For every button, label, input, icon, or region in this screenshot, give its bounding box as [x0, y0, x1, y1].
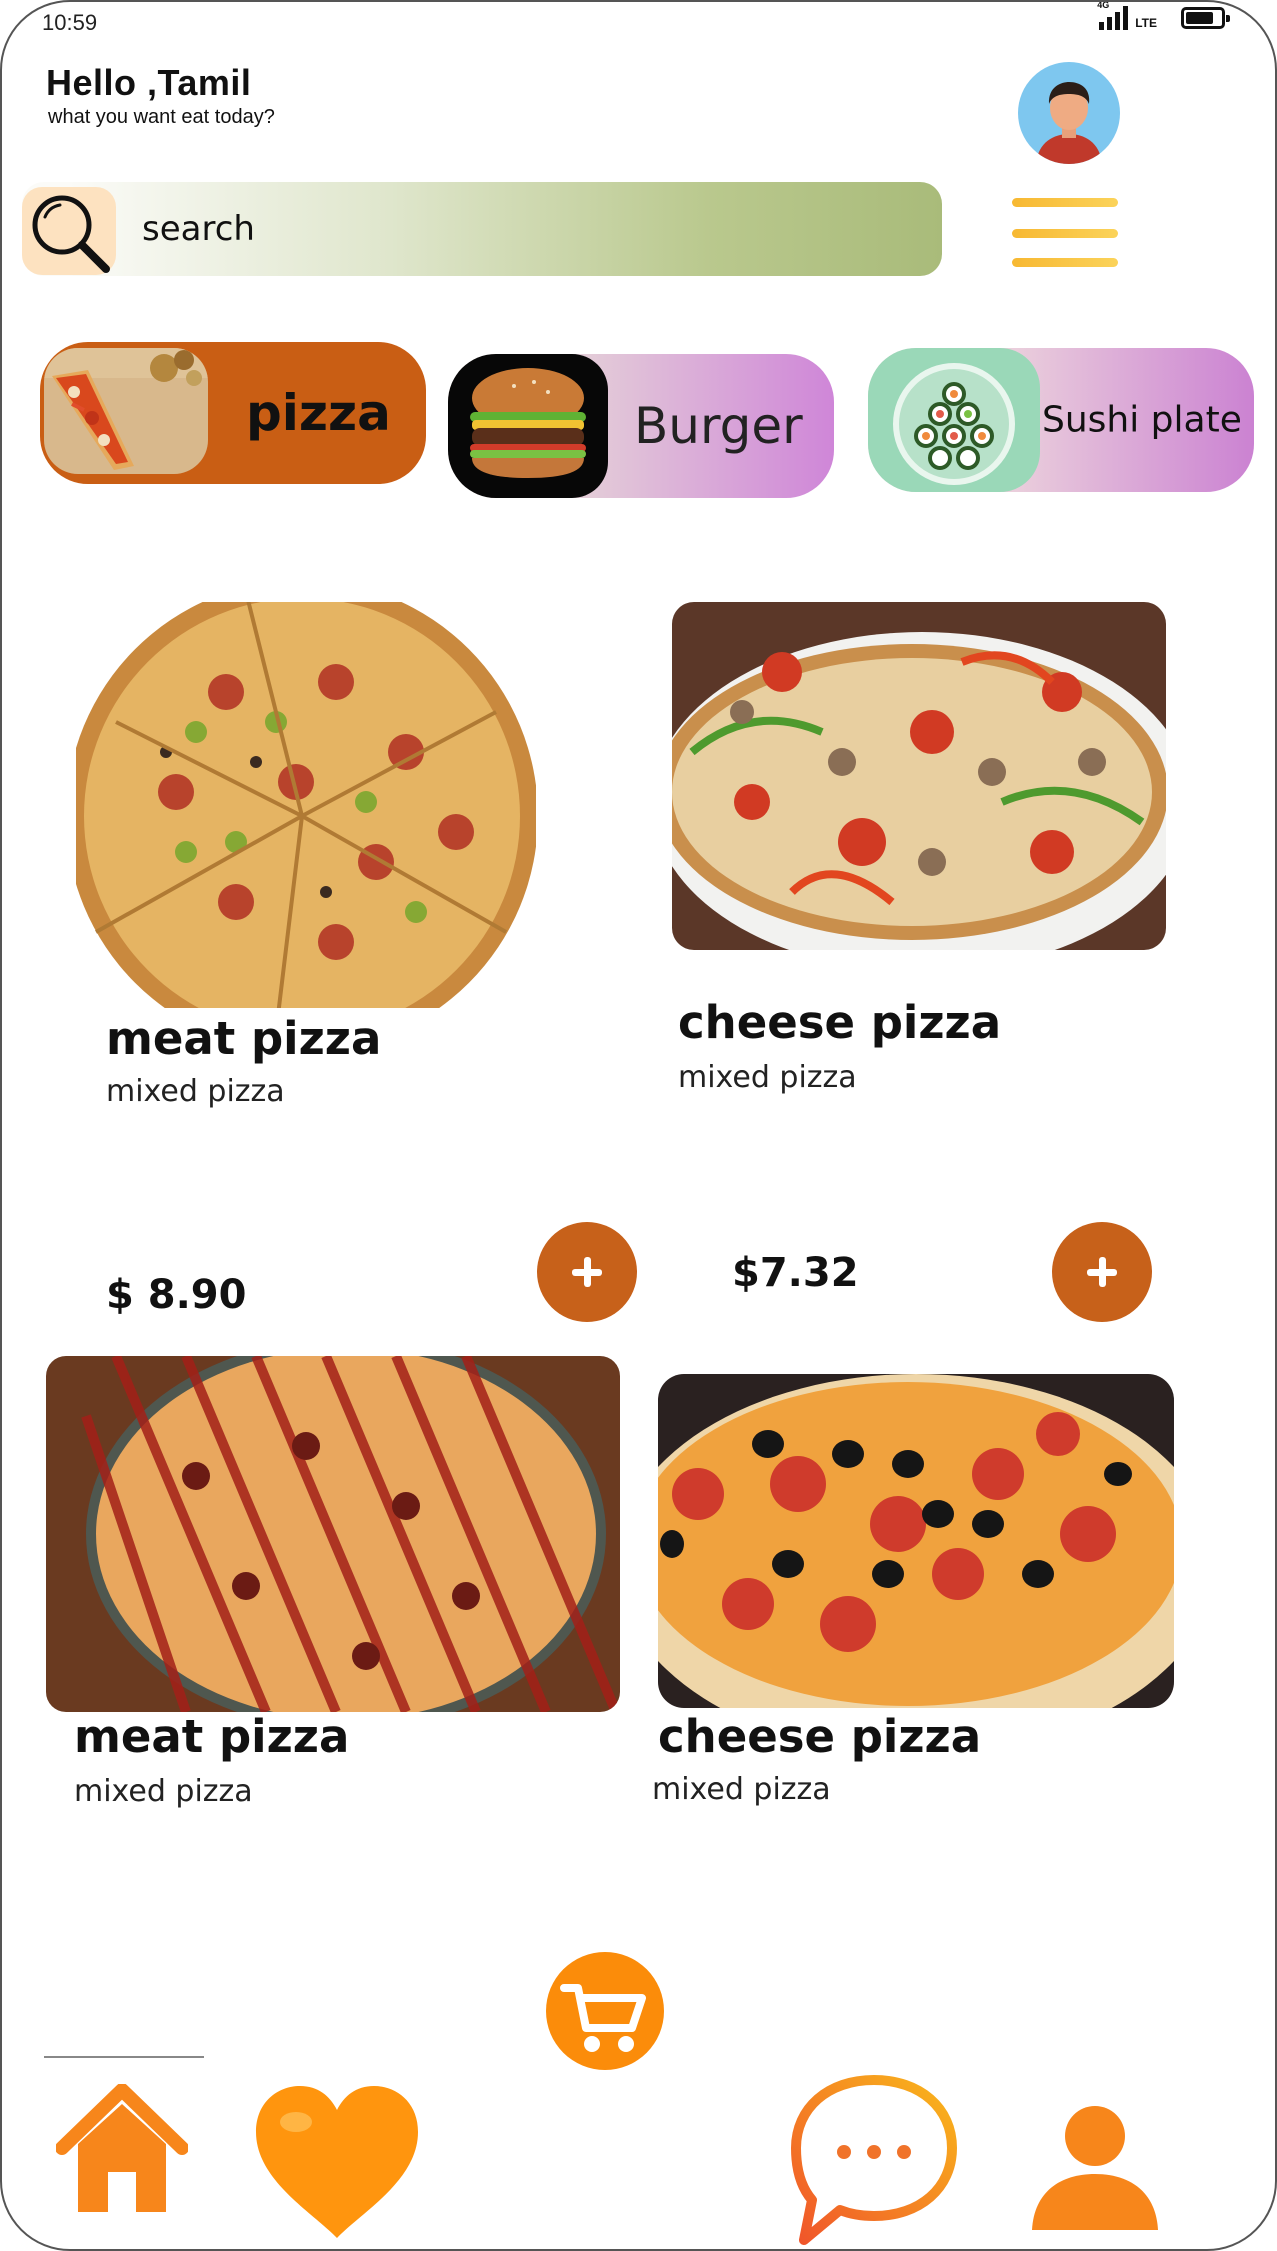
category-sushi-plate[interactable]: Sushi plate [868, 348, 1254, 492]
product-subtitle: mixed pizza [678, 1060, 857, 1095]
search-icon[interactable] [22, 187, 116, 275]
search-input[interactable] [142, 200, 842, 258]
heart-icon [256, 2086, 418, 2238]
burger-image [448, 354, 608, 498]
product-subtitle: mixed pizza [74, 1774, 253, 1809]
chat-icon [791, 2075, 957, 2245]
nav-active-indicator [44, 2056, 204, 2058]
pepperoni-pizza-image [658, 1374, 1174, 1708]
product-title: meat pizza [74, 1710, 350, 1763]
meat-pizza-image [76, 602, 536, 1008]
avatar[interactable] [1018, 62, 1120, 164]
product-title: cheese pizza [658, 1710, 982, 1763]
nav-profile[interactable] [1030, 2102, 1160, 2237]
product-price: $ 8.90 [106, 1272, 247, 1318]
nav-favorites[interactable] [252, 2082, 422, 2247]
status-time: 10:59 [42, 10, 98, 35]
product-title: meat pizza [106, 1012, 382, 1065]
greeting-subtitle: what you want eat today? [48, 106, 275, 128]
cart-icon [560, 1984, 646, 2052]
product-title: cheese pizza [678, 996, 1002, 1049]
product-price: $7.32 [732, 1250, 859, 1296]
avatar-person-icon [1036, 82, 1102, 164]
nav-home[interactable] [55, 2083, 189, 2221]
cart-button[interactable] [546, 1952, 664, 2070]
menu-icon [1012, 198, 1118, 207]
status-indicators: 4G LTE [1097, 2, 1230, 30]
phone-frame: 10:59 4G LTE Hello ,Tamil what you want … [0, 0, 1277, 2251]
profile-icon [1032, 2106, 1158, 2230]
product-subtitle: mixed pizza [652, 1772, 831, 1807]
lte-label: LTE [1135, 16, 1157, 30]
bbq-pizza-image [46, 1356, 620, 1712]
menu-button[interactable] [1012, 198, 1118, 270]
sushi-plate-image [868, 348, 1040, 492]
pizza-slice-image [44, 348, 208, 474]
add-to-cart-button[interactable] [1052, 1222, 1152, 1322]
category-label: Burger [634, 397, 803, 455]
network-type: 4G [1097, 0, 1110, 10]
battery-icon [1181, 7, 1230, 29]
nav-chat[interactable] [788, 2072, 960, 2249]
home-icon [55, 2083, 189, 2212]
search-bar[interactable] [22, 182, 942, 276]
category-label: Sushi plate [1042, 399, 1242, 441]
greeting-title: Hello ,Tamil [46, 62, 252, 103]
category-burger[interactable]: Burger [448, 354, 834, 498]
product-subtitle: mixed pizza [106, 1074, 285, 1109]
category-pizza[interactable]: pizza [40, 342, 426, 484]
add-to-cart-button[interactable] [537, 1222, 637, 1322]
signal-icon: 4G LTE [1097, 2, 1157, 30]
cheese-pizza-image [672, 602, 1166, 950]
category-label: pizza [246, 384, 391, 442]
